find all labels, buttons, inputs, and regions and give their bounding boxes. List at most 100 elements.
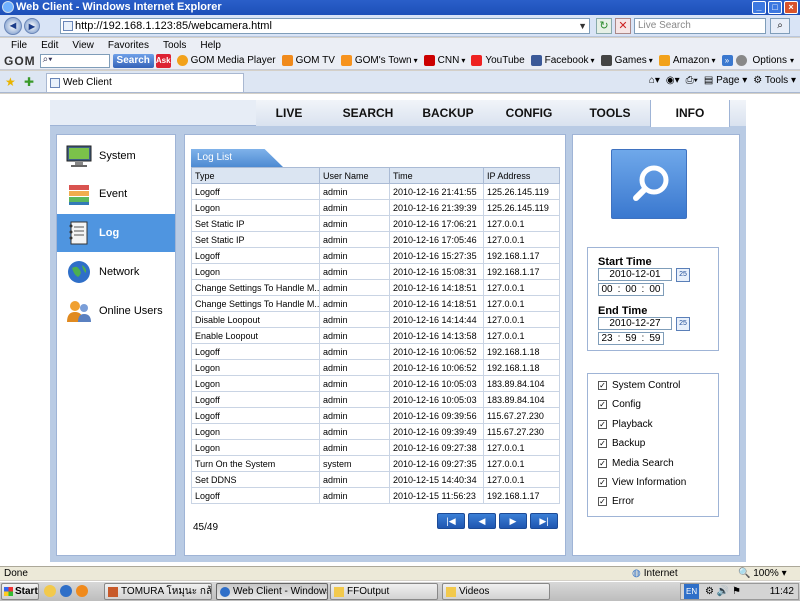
table-row[interactable]: Logon admin 2010-12-16 09:27:38 127.0.0.1 (191, 439, 560, 456)
address-field[interactable]: http://192.168.1.123:85/webcamera.html ▼ (60, 18, 590, 34)
prev-page-button[interactable]: ◀ (468, 513, 496, 529)
security-zone[interactable]: ◍ Internet (632, 567, 678, 580)
language-indicator[interactable]: EN (684, 584, 700, 599)
quicklaunch-icon[interactable] (44, 585, 56, 597)
col-type[interactable]: Type (191, 167, 320, 184)
table-row[interactable]: Logoff admin 2010-12-16 21:41:55 125.26.145… (191, 183, 560, 200)
more-chevron-icon[interactable]: » (721, 55, 736, 66)
checkbox-checked-icon[interactable]: ✓ (598, 497, 607, 506)
ask-icon[interactable]: Ask (155, 53, 171, 68)
sidebar-item-log[interactable]: Log (57, 214, 175, 252)
sidebar-item-online-users[interactable]: Online Users (57, 292, 175, 330)
table-row[interactable]: Logoff admin 2010-12-16 10:05:03 183.89.84.… (191, 391, 560, 408)
ie-icon[interactable] (60, 585, 72, 597)
table-row[interactable]: Enable Loopout admin 2010-12-16 14:13:58 12… (191, 327, 560, 344)
table-row[interactable]: Logoff admin 2010-12-16 09:39:56 115.67.27.… (191, 407, 560, 424)
youtube-link[interactable]: YouTube (471, 55, 525, 66)
cnn-link[interactable]: CNN ▾ (423, 55, 465, 66)
refresh-button[interactable]: ↻ (596, 18, 612, 34)
table-row[interactable]: Change Settings To Handle M... admin 2010-… (191, 279, 560, 296)
games-link[interactable]: Games ▾ (600, 55, 653, 66)
filter-view-information[interactable]: ✓ View Information (598, 477, 686, 488)
table-row[interactable]: Logoff admin 2010-12-16 10:06:52 192.168.1.… (191, 343, 560, 360)
table-row[interactable]: Logon admin 2010-12-16 09:39:49 115.67.27.2… (191, 423, 560, 440)
col-ip-address[interactable]: IP Address (483, 167, 560, 184)
feeds-icon[interactable]: ◉▾ (666, 75, 680, 86)
tab-backup[interactable]: BACKUP (414, 100, 482, 126)
next-page-button[interactable]: ▶ (499, 513, 527, 529)
filter-system-control[interactable]: ✓ System Control (598, 380, 680, 391)
facebook-link[interactable]: Facebook ▾ (530, 55, 595, 66)
last-page-button[interactable]: ▶| (530, 513, 558, 529)
menu-file[interactable]: File (4, 40, 34, 51)
filter-media-search[interactable]: ✓ Media Search (598, 458, 674, 469)
col-user-name[interactable]: User Name (319, 167, 390, 184)
filter-config[interactable]: ✓ Config (598, 399, 641, 410)
col-time[interactable]: Time (389, 167, 484, 184)
first-page-button[interactable]: |◀ (437, 513, 465, 529)
gom-media-player-link[interactable]: GOM Media Player (176, 55, 276, 66)
task-web-client[interactable]: Web Client - Windows... (216, 583, 328, 600)
end-date-input[interactable]: 2010-12-27 (598, 317, 672, 330)
table-row[interactable]: Set Static IP admin 2010-12-16 17:05:46 127… (191, 231, 560, 248)
calendar-icon[interactable]: 25 (676, 317, 690, 331)
table-row[interactable]: Disable Loopout admin 2010-12-16 14:14:44 1… (191, 311, 560, 328)
table-row[interactable]: Turn On the System system 2010-12-16 09:27… (191, 455, 560, 472)
firefox-icon[interactable] (76, 585, 88, 597)
tab-web-client[interactable]: Web Client (46, 73, 244, 92)
task-ffoutput[interactable]: FFOutput (330, 583, 438, 600)
calendar-icon[interactable]: 25 (676, 268, 690, 282)
checkbox-checked-icon[interactable]: ✓ (598, 459, 607, 468)
gom-search-input[interactable]: ⌕▾ (39, 53, 110, 68)
filter-playback[interactable]: ✓ Playback (598, 419, 653, 430)
table-row[interactable]: Change Settings To Handle M... admin 2010-… (191, 295, 560, 312)
checkbox-checked-icon[interactable]: ✓ (598, 400, 607, 409)
close-button[interactable]: × (784, 1, 798, 14)
table-row[interactable]: Logoff admin 2010-12-16 15:27:35 192.168.1.… (191, 247, 560, 264)
checkbox-checked-icon[interactable]: ✓ (598, 420, 607, 429)
live-search-input[interactable]: Live Search (634, 18, 766, 34)
checkbox-checked-icon[interactable]: ✓ (598, 439, 607, 448)
start-time-input[interactable]: 00:00:00 (598, 283, 664, 296)
search-icon[interactable]: ⌕ (770, 18, 790, 34)
gom-search-button[interactable]: Search (112, 53, 154, 68)
task-tomura[interactable]: TOMURA โหมุนะ กล้องวง... (104, 583, 212, 600)
checkbox-checked-icon[interactable]: ✓ (598, 478, 607, 487)
tab-tools[interactable]: TOOLS (576, 100, 644, 126)
checkbox-checked-icon[interactable]: ✓ (598, 381, 607, 390)
tools-menu[interactable]: ⚙ Tools ▾ (753, 75, 796, 86)
end-time-input[interactable]: 23:59:59 (598, 332, 664, 345)
table-row[interactable]: Logon admin 2010-12-16 15:08:31 192.168.1.1… (191, 263, 560, 280)
menu-tools[interactable]: Tools (156, 40, 193, 51)
start-button[interactable]: Start (1, 583, 39, 600)
gom-tv-link[interactable]: GOM TV (281, 55, 335, 66)
task-videos[interactable]: Videos (442, 583, 550, 600)
tab-search[interactable]: SEARCH (334, 100, 402, 126)
search-button[interactable] (611, 149, 687, 219)
table-row[interactable]: Set Static IP admin 2010-12-16 17:06:21 127… (191, 215, 560, 232)
table-row[interactable]: Set DDNS admin 2010-12-15 14:40:34 127.0.0.… (191, 471, 560, 488)
menu-help[interactable]: Help (193, 40, 228, 51)
menu-edit[interactable]: Edit (34, 40, 65, 51)
forward-button[interactable]: ► (24, 18, 40, 34)
sidebar-item-network[interactable]: Network (57, 253, 175, 291)
tab-live[interactable]: LIVE (256, 100, 322, 126)
menu-favorites[interactable]: Favorites (101, 40, 156, 51)
sidebar-item-event[interactable]: Event (57, 175, 175, 213)
favorites-star-icon[interactable]: ★ (5, 75, 16, 89)
print-icon[interactable]: ⎙▾ (686, 75, 698, 86)
tray-icons[interactable]: ⚙ 🔊 ⚑ (705, 584, 741, 599)
zoom-level[interactable]: 🔍 100% ▾ (738, 567, 787, 580)
filter-backup[interactable]: ✓ Backup (598, 438, 645, 449)
maximize-button[interactable]: □ (768, 1, 782, 14)
sidebar-item-system[interactable]: System (57, 137, 175, 175)
back-button[interactable]: ◄ (4, 17, 22, 35)
tab-config[interactable]: CONFIG (494, 100, 564, 126)
stop-button[interactable]: ✕ (615, 18, 631, 34)
amazon-link[interactable]: Amazon ▾ (658, 55, 716, 66)
add-favorites-icon[interactable]: ✚ (24, 75, 34, 89)
home-icon[interactable]: ⌂▾ (649, 75, 660, 86)
options-button[interactable]: Options ▾ (735, 55, 794, 66)
table-row[interactable]: Logon admin 2010-12-16 10:05:03 183.89.84.1… (191, 375, 560, 392)
page-menu[interactable]: ▤ Page ▾ (704, 75, 747, 86)
